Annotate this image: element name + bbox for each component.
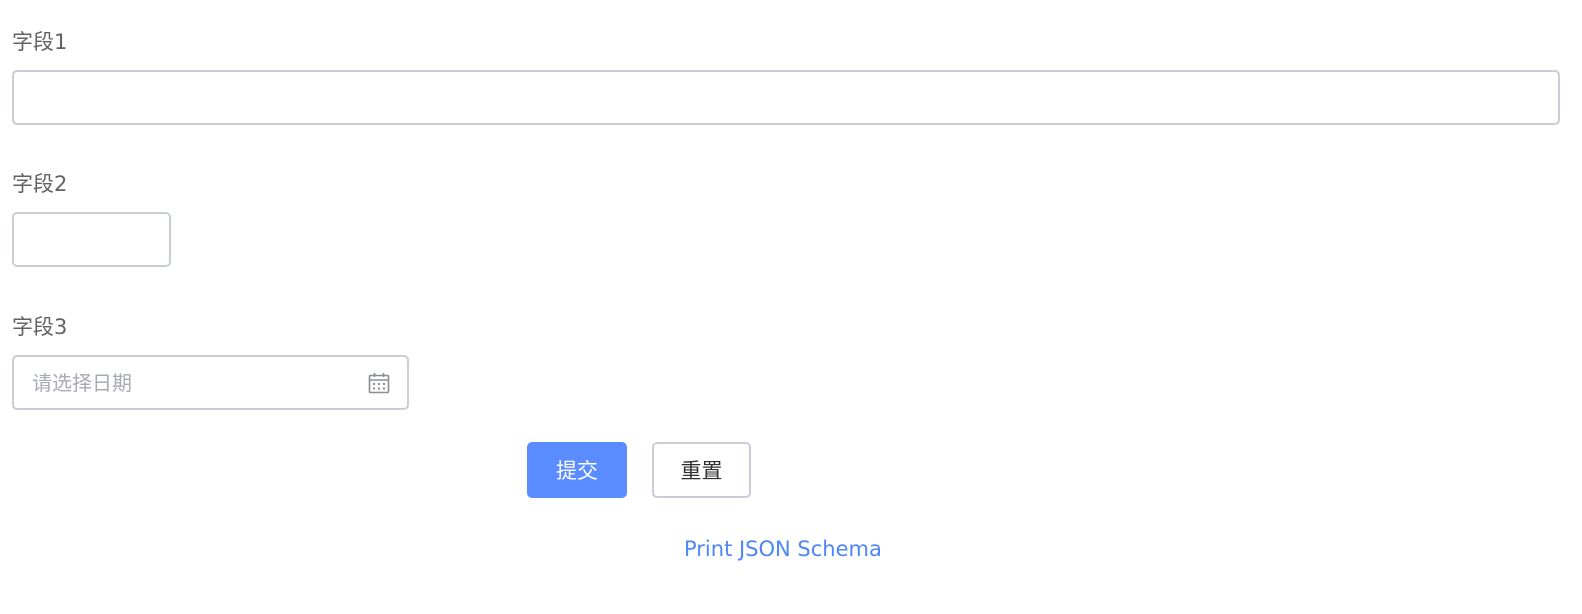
field2-label: 字段2	[12, 172, 68, 196]
calendar-icon[interactable]	[367, 371, 391, 395]
field3-date-input[interactable]	[14, 357, 407, 408]
field1-label: 字段1	[12, 30, 68, 54]
field3-date-picker	[12, 355, 409, 410]
field3-label: 字段3	[12, 315, 68, 339]
submit-button[interactable]: 提交	[527, 442, 627, 498]
reset-button[interactable]: 重置	[652, 442, 751, 498]
form-page: 字段1 字段2 字段3 提交 重置 Print JSON Schema	[0, 0, 1582, 614]
field1-input-wrapper	[12, 70, 1560, 125]
field1-input[interactable]	[14, 72, 1558, 123]
field2-input[interactable]	[14, 214, 169, 265]
print-json-schema-link[interactable]: Print JSON Schema	[684, 537, 882, 561]
field2-input-wrapper	[12, 212, 171, 267]
